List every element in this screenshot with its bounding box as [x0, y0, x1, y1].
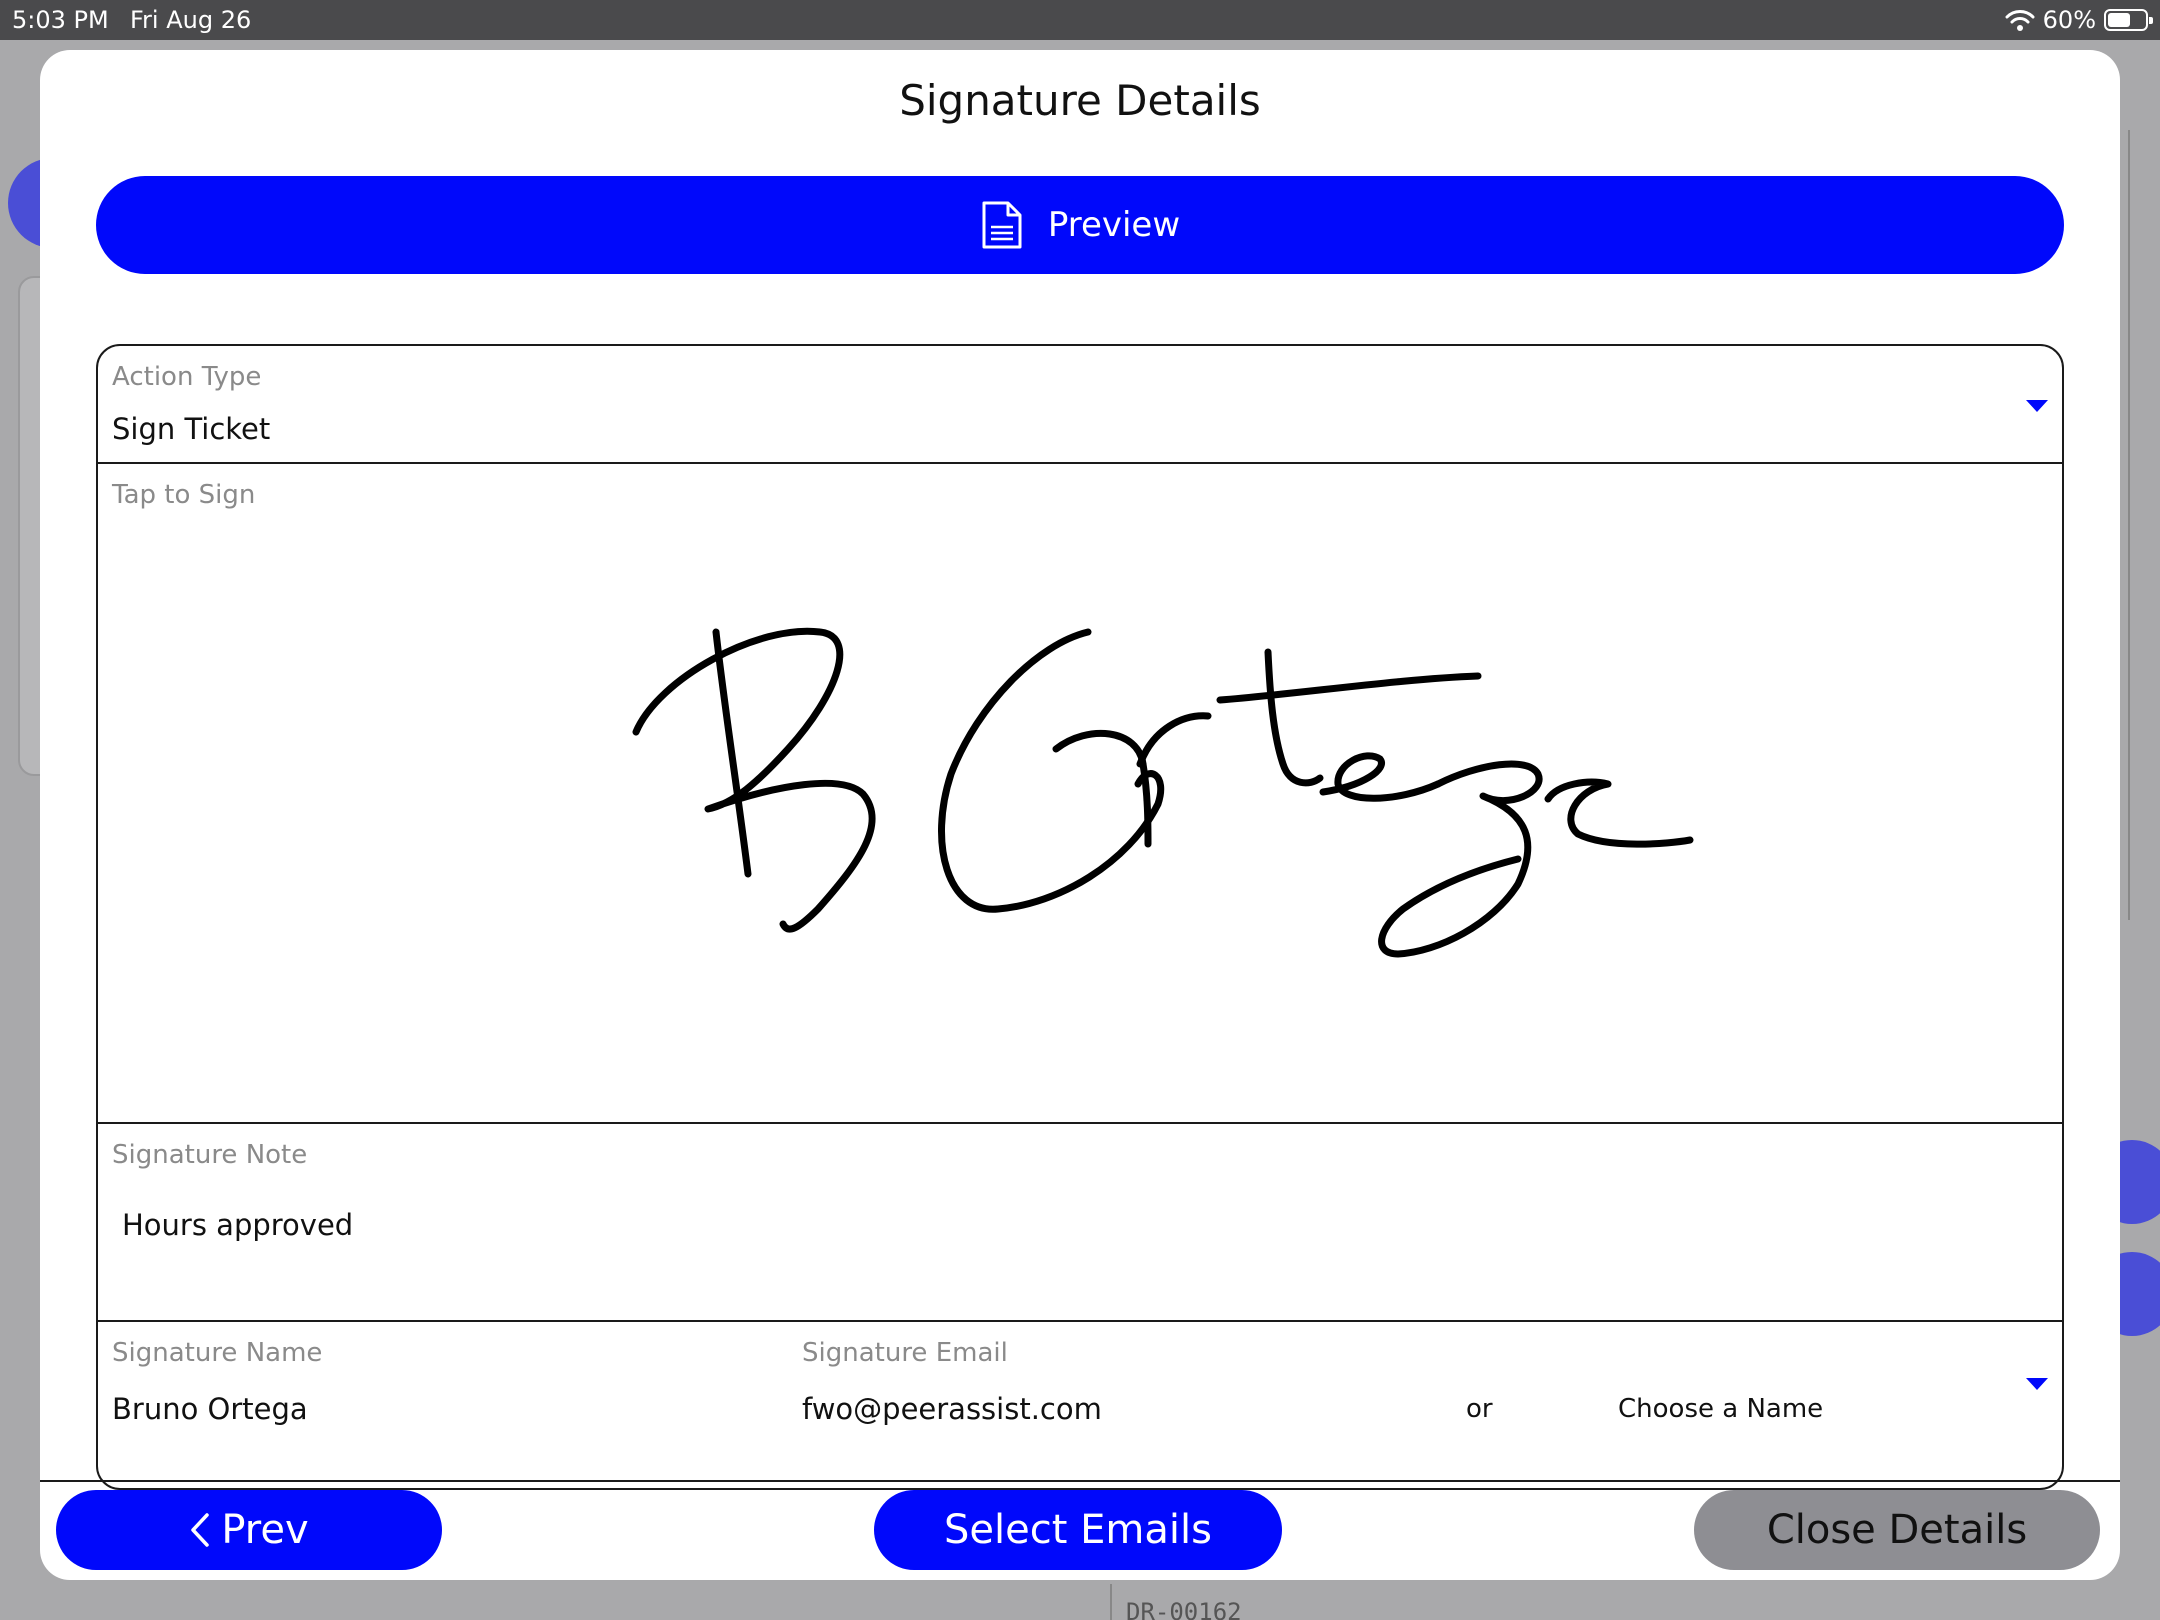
background-divider	[1110, 1584, 1112, 1620]
signature-note-label: Signature Note	[112, 1140, 308, 1170]
chevron-down-icon[interactable]	[2026, 400, 2048, 412]
prev-label: Prev	[221, 1507, 309, 1553]
action-type-value: Sign Ticket	[112, 412, 271, 446]
prev-button[interactable]: Prev	[56, 1490, 442, 1570]
background-divider	[2128, 130, 2130, 920]
status-indicators: 60%	[2005, 0, 2153, 40]
preview-button[interactable]: Preview	[96, 176, 2064, 274]
chevron-left-icon	[191, 1513, 210, 1547]
battery-fill	[2108, 13, 2130, 27]
close-details-button[interactable]: Close Details	[1694, 1490, 2100, 1570]
handwritten-signature	[632, 627, 1694, 958]
choose-name-placeholder: Choose a Name	[1618, 1394, 1824, 1424]
document-icon	[982, 201, 1022, 249]
status-date: Fri Aug 26	[130, 6, 252, 34]
or-separator: or	[1466, 1394, 1493, 1424]
modal-title: Signature Details	[899, 76, 1261, 125]
signature-details-modal: Signature Details Preview Action Type Si…	[40, 50, 2120, 1580]
close-details-label: Close Details	[1766, 1507, 2028, 1553]
signature-name-field[interactable]: Signature Name Bruno Ortega	[98, 1322, 788, 1488]
action-type-label: Action Type	[112, 362, 262, 392]
signature-note-value: Hours approved	[122, 1208, 354, 1242]
status-time: 5:03 PM	[12, 6, 109, 34]
status-bar: 5:03 PM Fri Aug 26 60%	[0, 0, 2160, 40]
chevron-down-icon[interactable]	[2026, 1378, 2048, 1390]
signature-contact-row: Signature Name Bruno Ortega Signature Em…	[98, 1322, 2062, 1488]
footer-divider	[40, 1480, 2120, 1482]
wifi-icon	[2005, 10, 2035, 31]
choose-name-select[interactable]: Choose a Name	[1618, 1362, 2058, 1442]
battery-percent: 60%	[2042, 6, 2096, 34]
battery-icon	[2104, 9, 2153, 31]
signature-email-value: fwo@peerassist.com	[802, 1392, 1102, 1426]
signature-name-label: Signature Name	[112, 1338, 323, 1368]
select-emails-button[interactable]: Select Emails	[874, 1490, 1282, 1570]
signature-note-field[interactable]: Signature Note Hours approved	[98, 1124, 2062, 1322]
signature-name-value: Bruno Ortega	[112, 1392, 308, 1426]
signature-pad[interactable]: Tap to Sign	[98, 464, 2062, 1124]
signature-form: Action Type Sign Ticket Tap to Sign Sign…	[96, 344, 2064, 1490]
signature-email-field[interactable]: Signature Email fwo@peerassist.com	[802, 1322, 1382, 1488]
signature-email-label: Signature Email	[802, 1338, 1008, 1368]
action-type-select[interactable]: Action Type Sign Ticket	[98, 346, 2062, 464]
select-emails-label: Select Emails	[944, 1507, 1212, 1553]
preview-label: Preview	[1047, 205, 1181, 245]
background-ticket-number: DR-00162	[1126, 1598, 1242, 1620]
